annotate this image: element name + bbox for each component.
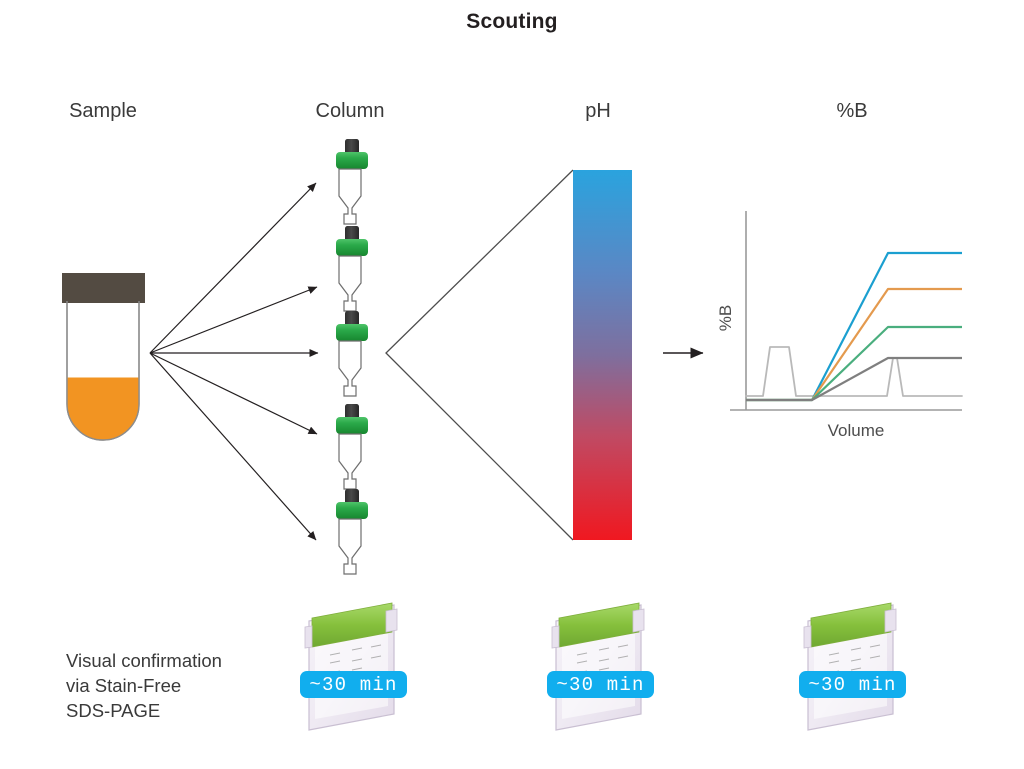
- arrow-to-column-2: [149, 286, 318, 354]
- column-1-body: [338, 168, 362, 225]
- time-badge-gel-3: ~30 min: [799, 671, 906, 698]
- ph-gradient-bar: [573, 170, 632, 540]
- gel-caption-line-3: SDS-PAGE: [66, 700, 161, 721]
- column-4-body: [338, 433, 362, 490]
- column-3-body: [338, 340, 362, 397]
- column-2-body: [338, 255, 362, 312]
- funnel-chevron: [385, 169, 574, 541]
- gel-caption-line-2: via Stain-Free: [66, 675, 182, 696]
- sample-tube-liquid: [67, 378, 139, 440]
- column-1-collar: [336, 152, 368, 169]
- percent-b-chart: %B Volume: [716, 211, 963, 440]
- column-3: [336, 311, 368, 397]
- chart-gradient-line-grey: [746, 356, 962, 402]
- gel-2: [551, 602, 645, 731]
- arrow-to-column-4: [149, 352, 318, 435]
- ph-funnel: [385, 169, 574, 541]
- arrow-to-column-1: [149, 182, 317, 354]
- chart-x-axis-label: Volume: [828, 421, 885, 440]
- ph-gradient-fill: [573, 170, 632, 540]
- column-5-collar: [336, 502, 368, 519]
- column-2: [336, 226, 368, 312]
- gel-3: [803, 602, 897, 731]
- gel-3-clip-left: [803, 625, 812, 649]
- gel-caption-line-1: Visual confirmation: [66, 650, 222, 671]
- sample-tube-cap: [62, 273, 145, 303]
- column-1: [336, 139, 368, 225]
- chart-y-axis-label: %B: [716, 305, 735, 331]
- column-5-body: [338, 518, 362, 575]
- gel-1-clip-left: [304, 625, 313, 649]
- chart-gradient-line-orange: [746, 287, 962, 402]
- chart-uv-trace: [745, 346, 963, 397]
- distribution-arrows: [149, 182, 319, 541]
- gel-3-clip-right: [884, 608, 897, 633]
- column-2-collar: [336, 239, 368, 256]
- sample-tube: [62, 273, 145, 441]
- column-3-collar: [336, 324, 368, 341]
- gel-1: [304, 602, 398, 731]
- time-badge-gel-1: ~30 min: [300, 671, 407, 698]
- gel-1-clip-right: [385, 608, 398, 633]
- time-badge-gel-2: ~30 min: [547, 671, 654, 698]
- gel-row: [304, 602, 897, 731]
- gel-2-clip-right: [632, 608, 645, 633]
- column-4: [336, 404, 368, 490]
- gel-caption: Visual confirmation via Stain-Free SDS-P…: [66, 648, 296, 723]
- arrow-to-column-5: [149, 352, 317, 541]
- scouting-workflow-figure: Scouting Sample Column pH %B %B Volume V…: [0, 0, 1024, 769]
- column-stack: [336, 139, 368, 575]
- column-4-collar: [336, 417, 368, 434]
- column-5: [336, 489, 368, 575]
- gel-2-clip-left: [551, 625, 560, 649]
